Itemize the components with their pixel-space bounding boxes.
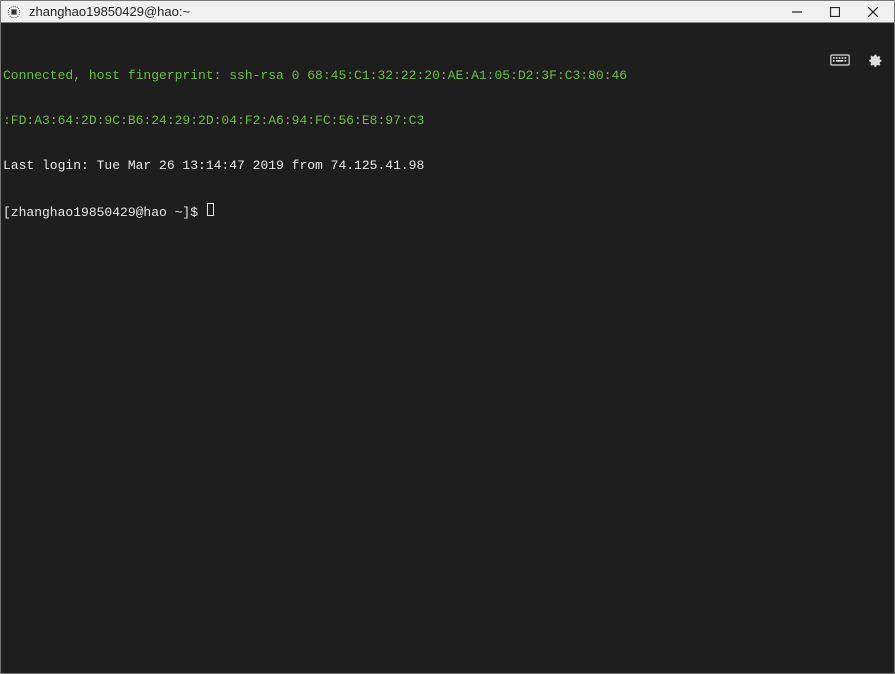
- prompt-line: [zhanghao19850429@hao ~]$: [3, 203, 892, 220]
- last-login-line: Last login: Tue Mar 26 13:14:47 2019 fro…: [3, 158, 892, 173]
- shell-prompt: [zhanghao19850429@hao ~]$: [3, 205, 206, 220]
- fingerprint-line-1: Connected, host fingerprint: ssh-rsa 0 6…: [3, 68, 892, 83]
- window-controls: [778, 1, 892, 22]
- titlebar: zhanghao19850429@hao:~: [1, 1, 894, 23]
- terminal-app-icon: [7, 5, 21, 19]
- terminal-window: zhanghao19850429@hao:~: [0, 0, 895, 674]
- terminal-area[interactable]: Connected, host fingerprint: ssh-rsa 0 6…: [1, 23, 894, 673]
- maximize-button[interactable]: [816, 1, 854, 22]
- keyboard-icon[interactable]: [830, 51, 850, 69]
- terminal-toolbar: [830, 51, 884, 69]
- close-button[interactable]: [854, 1, 892, 22]
- cursor: [207, 203, 214, 216]
- gear-icon[interactable]: [864, 51, 884, 69]
- fingerprint-line-2: :FD:A3:64:2D:9C:B6:24:29:2D:04:F2:A6:94:…: [3, 113, 892, 128]
- minimize-button[interactable]: [778, 1, 816, 22]
- window-title: zhanghao19850429@hao:~: [29, 4, 778, 19]
